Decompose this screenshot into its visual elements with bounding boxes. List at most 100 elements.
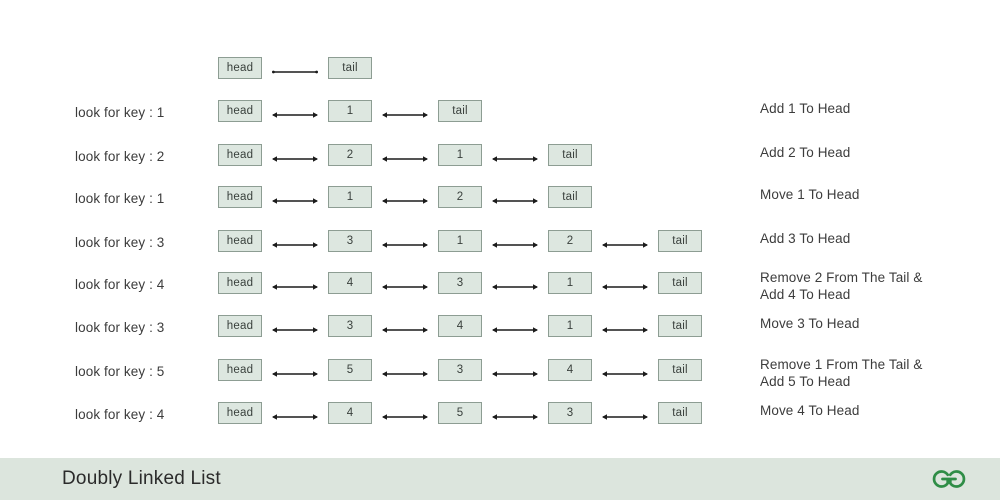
link-arrow: [272, 154, 318, 164]
link-arrow: [272, 110, 318, 120]
diagram-row: look for key : 3 head 3 1 2 tail Add 3 To Head: [0, 230, 1000, 256]
link-arrow: [492, 369, 538, 379]
diagram-row: look for key : 4 head 4 3 1 tail Remove 2 From…: [0, 270, 1000, 302]
tail-node: tail: [658, 272, 702, 294]
link-arrow: [382, 282, 428, 292]
link-arrow: [272, 282, 318, 292]
link-arrow: [382, 196, 428, 206]
key-label: look for key : 4: [75, 407, 165, 422]
value-node: 1: [548, 315, 592, 337]
head-node: head: [218, 402, 262, 424]
diagram-row: head tail: [0, 57, 1000, 83]
action-label-line: Add 3 To Head: [760, 231, 851, 246]
link-arrow: [492, 325, 538, 335]
footer-bar: Doubly Linked List: [0, 458, 1000, 500]
tail-node: tail: [658, 359, 702, 381]
action-label-line: Add 1 To Head: [760, 101, 851, 116]
key-label: look for key : 1: [75, 105, 165, 120]
link-arrow: [492, 412, 538, 422]
value-node: 3: [328, 230, 372, 252]
head-node: head: [218, 57, 262, 79]
key-label: look for key : 1: [75, 191, 165, 206]
link-arrow: [382, 110, 428, 120]
value-node: 3: [438, 359, 482, 381]
action-label-line: Move 4 To Head: [760, 403, 860, 418]
action-label: Remove 1 From The Tail & Add 5 To Head: [760, 356, 990, 390]
action-label-line: Remove 1 From The Tail &: [760, 357, 923, 372]
value-node: 3: [438, 272, 482, 294]
link-arrow: [492, 196, 538, 206]
link-arrow: [492, 240, 538, 250]
action-label: Add 2 To Head: [760, 144, 990, 161]
head-node: head: [218, 359, 262, 381]
link-arrow: [272, 196, 318, 206]
head-node: head: [218, 100, 262, 122]
diagram-row: look for key : 5 head 5 3 4 tail Remove 1 From…: [0, 357, 1000, 389]
tail-node: tail: [658, 402, 702, 424]
head-node: head: [218, 144, 262, 166]
action-label: Move 4 To Head: [760, 402, 990, 419]
value-node: 1: [438, 144, 482, 166]
link-arrow: [272, 325, 318, 335]
link-arrow: [602, 369, 648, 379]
value-node: 1: [328, 186, 372, 208]
head-node: head: [218, 230, 262, 252]
diagram-row: look for key : 2 head 2 1 tail Add 2 To Head: [0, 144, 1000, 170]
tail-node: tail: [658, 230, 702, 252]
value-node: 4: [328, 402, 372, 424]
value-node: 5: [438, 402, 482, 424]
link-arrow: [272, 67, 318, 77]
link-arrow: [602, 240, 648, 250]
value-node: 5: [328, 359, 372, 381]
link-arrow: [382, 325, 428, 335]
tail-node: tail: [658, 315, 702, 337]
value-node: 1: [438, 230, 482, 252]
value-node: 1: [548, 272, 592, 294]
value-node: 3: [548, 402, 592, 424]
link-arrow: [382, 154, 428, 164]
link-arrow: [272, 412, 318, 422]
value-node: 2: [548, 230, 592, 252]
head-node: head: [218, 315, 262, 337]
action-label-line: Add 4 To Head: [760, 287, 851, 302]
link-arrow: [272, 369, 318, 379]
key-label: look for key : 3: [75, 235, 165, 250]
link-arrow: [602, 282, 648, 292]
action-label-line: Add 2 To Head: [760, 145, 851, 160]
value-node: 1: [328, 100, 372, 122]
value-node: 2: [328, 144, 372, 166]
link-arrow: [492, 154, 538, 164]
action-label-line: Remove 2 From The Tail &: [760, 270, 923, 285]
link-arrow: [602, 412, 648, 422]
value-node: 3: [328, 315, 372, 337]
diagram-row: look for key : 3 head 3 4 1 tail Move 3 To Hea…: [0, 315, 1000, 341]
action-label: Move 3 To Head: [760, 315, 990, 332]
key-label: look for key : 2: [75, 149, 165, 164]
link-arrow: [272, 240, 318, 250]
tail-node: tail: [548, 144, 592, 166]
value-node: 4: [438, 315, 482, 337]
diagram-row: look for key : 1 head 1 tail Add 1 To Head: [0, 100, 1000, 126]
link-arrow: [382, 412, 428, 422]
action-label: Move 1 To Head: [760, 186, 990, 203]
value-node: 4: [548, 359, 592, 381]
link-arrow: [492, 282, 538, 292]
action-label: Add 3 To Head: [760, 230, 990, 247]
tail-node: tail: [438, 100, 482, 122]
diagram-canvas: head tail look for key : 1 head 1 tail Add 1 T…: [0, 0, 1000, 458]
action-label-line: Move 3 To Head: [760, 316, 860, 331]
link-arrow: [382, 369, 428, 379]
key-label: look for key : 3: [75, 320, 165, 335]
geeksforgeeks-logo-icon: [928, 466, 970, 492]
diagram-row: look for key : 4 head 4 5 3 tail Move 4 To Hea…: [0, 402, 1000, 428]
link-arrow: [382, 240, 428, 250]
head-node: head: [218, 272, 262, 294]
key-label: look for key : 4: [75, 277, 165, 292]
footer-title: Doubly Linked List: [62, 468, 221, 489]
diagram-row: look for key : 1 head 1 2 tail Move 1 To Head: [0, 186, 1000, 212]
tail-node: tail: [328, 57, 372, 79]
value-node: 2: [438, 186, 482, 208]
action-label-line: Move 1 To Head: [760, 187, 860, 202]
head-node: head: [218, 186, 262, 208]
key-label: look for key : 5: [75, 364, 165, 379]
